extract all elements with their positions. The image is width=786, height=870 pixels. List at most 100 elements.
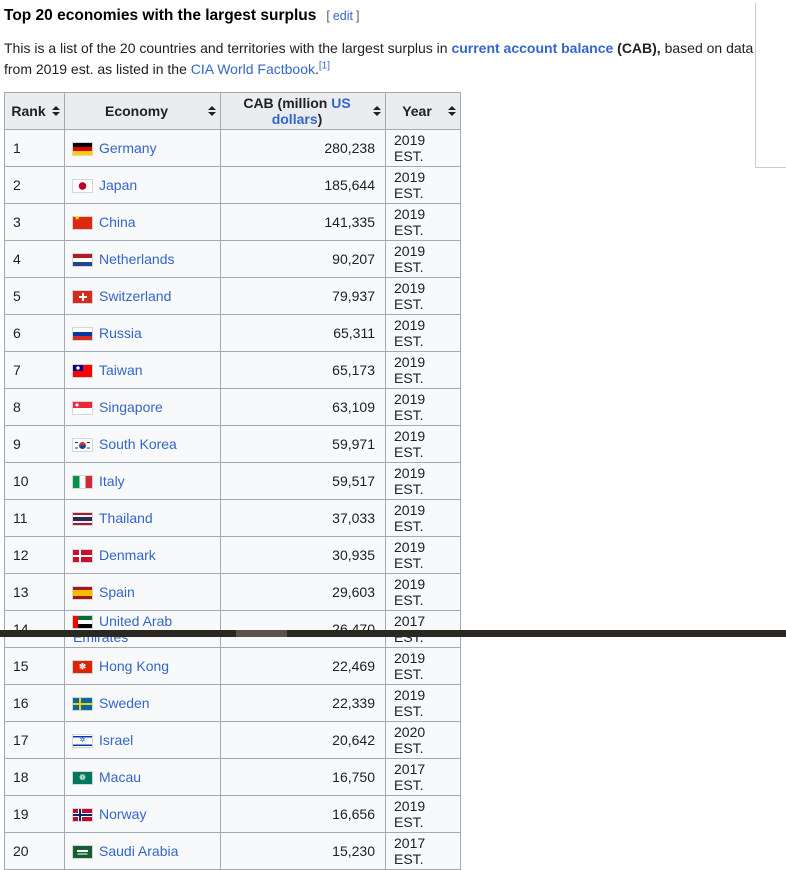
country-flag-icon[interactable] [73, 254, 92, 266]
country-flag-icon[interactable] [73, 143, 92, 155]
sort-icon[interactable] [447, 106, 456, 116]
country-flag-icon[interactable] [73, 402, 92, 414]
economy-link[interactable]: Macau [99, 769, 141, 785]
rank-cell: 10 [5, 463, 65, 500]
economy-cell: Singapore [65, 389, 221, 426]
economy-link[interactable]: China [99, 214, 136, 230]
cab-cell: 65,173 [221, 352, 386, 389]
country-flag-icon[interactable] [73, 587, 92, 599]
cab-cell: 22,339 [221, 685, 386, 722]
header-cab-label: CAB (million US dollars) [243, 95, 350, 127]
table-row: 9 South Korea 59,971 2019 EST. [5, 426, 461, 463]
economy-link[interactable]: Sweden [99, 695, 150, 711]
country-flag-icon[interactable] [73, 616, 92, 628]
cia-world-factbook-link[interactable]: CIA World Factbook [191, 61, 315, 77]
sort-icon[interactable] [207, 106, 216, 116]
edit-link[interactable]: edit [330, 9, 356, 23]
current-account-balance-link[interactable]: current account balance [451, 40, 613, 56]
economy-link[interactable]: Italy [99, 473, 125, 489]
economy-link[interactable]: Saudi Arabia [99, 843, 178, 859]
year-cell: 2019 EST. [386, 685, 461, 722]
intro-text-1: This is a list of the 20 countries and t… [4, 40, 451, 56]
rank-cell: 2 [5, 167, 65, 204]
horizontal-scrollbar-track[interactable] [0, 630, 786, 637]
cab-cell: 141,335 [221, 204, 386, 241]
country-flag-icon[interactable] [73, 661, 92, 673]
year-cell: 2019 EST. [386, 278, 461, 315]
country-flag-icon[interactable] [73, 439, 92, 451]
rank-cell: 19 [5, 796, 65, 833]
header-rank[interactable]: Rank [5, 93, 65, 130]
table-row: 19 Norway 16,656 2019 EST. [5, 796, 461, 833]
cab-cell: 22,469 [221, 648, 386, 685]
rank-cell: 18 [5, 759, 65, 796]
surplus-table: Rank Economy CAB (million US dollars) Ye… [4, 92, 461, 870]
header-economy-label: Economy [105, 103, 168, 119]
cab-abbreviation: (CAB), [613, 40, 660, 56]
economy-link[interactable]: Denmark [99, 547, 156, 563]
header-cab[interactable]: CAB (million US dollars) [221, 93, 386, 130]
table-row: 20 Saudi Arabia 15,230 2017 EST. [5, 833, 461, 870]
rank-cell: 12 [5, 537, 65, 574]
economy-link[interactable]: Taiwan [99, 362, 143, 378]
header-economy[interactable]: Economy [65, 93, 221, 130]
economy-cell: Macau [65, 759, 221, 796]
year-cell: 2019 EST. [386, 500, 461, 537]
rank-cell: 3 [5, 204, 65, 241]
country-flag-icon[interactable] [73, 846, 92, 858]
economy-cell: Sweden [65, 685, 221, 722]
economy-link[interactable]: South Korea [99, 436, 177, 452]
economy-link[interactable]: Norway [99, 806, 146, 822]
country-flag-icon[interactable] [73, 735, 92, 747]
rank-cell: 17 [5, 722, 65, 759]
sort-icon[interactable] [51, 106, 60, 116]
cab-cell: 37,033 [221, 500, 386, 537]
country-flag-icon[interactable] [73, 180, 92, 192]
country-flag-icon[interactable] [73, 809, 92, 821]
economy-cell: Denmark [65, 537, 221, 574]
country-flag-icon[interactable] [73, 476, 92, 488]
reference-1-link[interactable]: [1] [319, 60, 330, 71]
cab-cell: 15,230 [221, 833, 386, 870]
table-row: 14 United Arab Emirates 26,470 2017 EST. [5, 611, 461, 648]
cab-cell: 20,642 [221, 722, 386, 759]
country-flag-icon[interactable] [73, 217, 92, 229]
country-flag-icon[interactable] [73, 365, 92, 377]
header-cab-suffix: ) [318, 111, 323, 127]
year-cell: 2019 EST. [386, 426, 461, 463]
economy-link[interactable]: Germany [99, 140, 157, 156]
economy-link[interactable]: Israel [99, 732, 133, 748]
header-rank-label: Rank [11, 103, 45, 119]
economy-cell: Israel [65, 722, 221, 759]
economy-link[interactable]: Spain [99, 584, 135, 600]
cab-cell: 26,470 [221, 611, 386, 648]
economy-link[interactable]: Hong Kong [99, 658, 169, 674]
year-cell: 2017 EST. [386, 759, 461, 796]
horizontal-scrollbar-thumb[interactable] [236, 630, 287, 637]
year-cell: 2019 EST. [386, 352, 461, 389]
page-title: Top 20 economies with the largest surplu… [4, 7, 316, 25]
economy-link[interactable]: Russia [99, 325, 142, 341]
country-flag-icon[interactable] [73, 772, 92, 784]
country-flag-icon[interactable] [73, 291, 92, 303]
article-section: Top 20 economies with the largest surplu… [0, 0, 786, 870]
cab-cell: 90,207 [221, 241, 386, 278]
cab-cell: 65,311 [221, 315, 386, 352]
country-flag-icon[interactable] [73, 513, 92, 525]
reference-marker: [1] [319, 60, 330, 71]
country-flag-icon[interactable] [73, 698, 92, 710]
economy-link[interactable]: Netherlands [99, 251, 175, 267]
economy-link[interactable]: Thailand [99, 510, 153, 526]
economy-link[interactable]: Switzerland [99, 288, 171, 304]
side-panel-border [755, 3, 786, 168]
economy-link[interactable]: Singapore [99, 399, 163, 415]
country-flag-icon[interactable] [73, 550, 92, 562]
rank-cell: 8 [5, 389, 65, 426]
header-cab-prefix: CAB (million [243, 95, 331, 111]
economy-link[interactable]: Japan [99, 177, 137, 193]
rank-cell: 1 [5, 130, 65, 167]
header-year[interactable]: Year [386, 93, 461, 130]
country-flag-icon[interactable] [73, 328, 92, 340]
economy-cell: Russia [65, 315, 221, 352]
sort-icon[interactable] [372, 106, 381, 116]
